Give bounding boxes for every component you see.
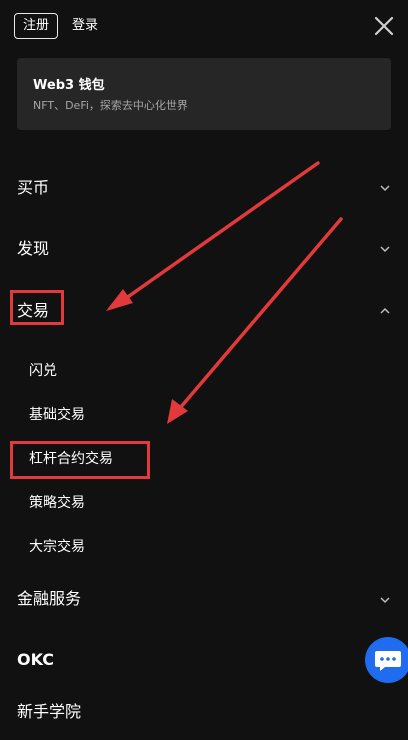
close-icon[interactable]	[372, 14, 396, 38]
submenu-label: 闪兑	[29, 363, 57, 379]
chevron-down-icon	[380, 597, 390, 604]
menu-item-academy[interactable]: 新手学院	[0, 697, 408, 727]
menu-label: 金融服务	[17, 589, 82, 608]
menu-label: 新手学院	[17, 702, 82, 721]
wallet-title: Web3 钱包	[33, 78, 105, 93]
submenu-label: 基础交易	[29, 407, 85, 423]
menu-label: 买币	[17, 178, 50, 197]
register-button[interactable]: 注册	[14, 13, 58, 39]
login-button[interactable]: 登录	[72, 13, 98, 39]
menu-label: OKC	[17, 650, 55, 669]
margin-contract-highlight-box	[10, 441, 150, 479]
submenu-item-basic-trading[interactable]: 基础交易	[0, 402, 408, 428]
menu-item-okc[interactable]: OKC	[0, 645, 408, 675]
chevron-up-icon	[380, 307, 390, 314]
chat-icon	[375, 651, 401, 671]
submenu-item-block-trading[interactable]: 大宗交易	[0, 534, 408, 560]
submenu-label: 大宗交易	[29, 539, 85, 555]
wallet-subtitle: NFT、DeFi，探索去中心化世界	[33, 99, 188, 112]
chevron-down-icon	[380, 185, 390, 192]
menu-item-discover[interactable]: 发现	[0, 234, 408, 264]
submenu-item-flash-swap[interactable]: 闪兑	[0, 358, 408, 384]
menu-item-buy[interactable]: 买币	[0, 173, 408, 203]
chat-button[interactable]	[365, 637, 408, 683]
menu-item-finance[interactable]: 金融服务	[0, 584, 408, 614]
submenu-item-strategy-trading[interactable]: 策略交易	[0, 490, 408, 516]
trade-highlight-box	[10, 290, 64, 325]
menu-label: 发现	[17, 239, 50, 258]
web3-wallet-card[interactable]: Web3 钱包 NFT、DeFi，探索去中心化世界	[17, 58, 391, 130]
top-bar: 注册 登录	[0, 0, 408, 52]
submenu-label: 策略交易	[29, 495, 85, 511]
chevron-down-icon	[380, 246, 390, 253]
